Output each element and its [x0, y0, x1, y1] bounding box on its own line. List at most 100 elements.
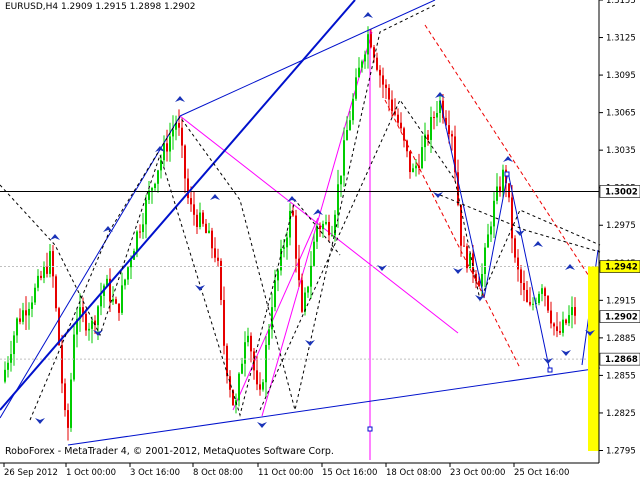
candle-body	[154, 183, 156, 189]
candle-body	[415, 165, 417, 169]
price-marker-label: 1.2902	[605, 313, 638, 323]
candle-body	[298, 258, 300, 281]
candle-body	[397, 114, 399, 123]
time-tick-label: 8 Oct 08:00	[193, 468, 243, 478]
candle-body	[265, 344, 267, 383]
candle-body	[322, 223, 324, 230]
candle-body	[142, 224, 144, 233]
candle-body	[319, 225, 321, 230]
candle-body	[34, 287, 36, 303]
candle-body	[217, 257, 219, 261]
candle-body	[262, 382, 264, 390]
candle-body	[67, 410, 69, 428]
candle-body	[151, 188, 153, 191]
candle-body	[346, 129, 348, 141]
candle-body	[400, 122, 402, 129]
candle-body	[10, 354, 12, 363]
candle-body	[118, 303, 120, 313]
candle-body	[181, 127, 183, 146]
price-tick-label: 1.2855	[606, 371, 636, 381]
candle-body	[487, 234, 489, 248]
candle-body	[469, 253, 471, 269]
candle-body	[223, 299, 225, 346]
candle-body	[61, 345, 63, 384]
candle-body	[520, 269, 522, 284]
candle-body	[562, 319, 564, 333]
candle-body	[508, 183, 510, 198]
candle-body	[22, 310, 24, 322]
candle-body	[343, 140, 345, 176]
candle-body	[52, 251, 54, 277]
candle-body	[49, 251, 51, 274]
price-tick-label: 1.3095	[606, 71, 636, 81]
candle-body	[538, 293, 540, 304]
time-tick-label: 23 Oct 00:00	[450, 468, 505, 478]
price-tick-label: 1.2885	[606, 334, 636, 344]
price-tick-label: 1.3065	[606, 109, 636, 119]
candle-body	[184, 145, 186, 179]
price-tick-label: 1.2825	[606, 409, 636, 419]
candle-body	[544, 288, 546, 297]
candle-body	[19, 318, 21, 322]
candle-body	[559, 331, 561, 333]
candle-body	[571, 307, 573, 316]
candle-body	[358, 67, 360, 78]
candle-body	[46, 266, 48, 274]
candle-body	[361, 61, 363, 68]
candle-body	[340, 175, 342, 185]
candle-body	[121, 285, 123, 313]
candle-body	[379, 69, 381, 76]
chart-canvas[interactable]: 1.31551.31251.30951.30651.30351.30051.29…	[0, 0, 640, 480]
candle-body	[496, 186, 498, 201]
candle-body	[490, 226, 492, 235]
candle-body	[385, 84, 387, 88]
price-tick-label: 1.3155	[606, 0, 636, 6]
candle-body	[211, 230, 213, 249]
candle-body	[247, 335, 249, 343]
candle-body	[37, 275, 39, 288]
candle-body	[307, 286, 309, 293]
price-marker-label: 1.2942	[605, 263, 638, 273]
candle-body	[511, 197, 513, 239]
candle-body	[193, 204, 195, 215]
candle-body	[331, 235, 333, 237]
candle-body	[31, 302, 33, 309]
candle-body	[253, 351, 255, 371]
candle-body	[388, 87, 390, 100]
candle-body	[412, 168, 414, 173]
candle-body	[376, 57, 378, 70]
candle-body	[4, 369, 6, 382]
candle-body	[139, 231, 141, 233]
candle-body	[112, 299, 114, 302]
candle-body	[448, 125, 450, 135]
price-tick-label: 1.2975	[606, 221, 636, 231]
candle-body	[13, 335, 15, 355]
candle-body	[484, 247, 486, 275]
candle-body	[310, 265, 312, 287]
candle-body	[553, 323, 555, 327]
candle-body	[427, 134, 429, 140]
candle-body	[313, 241, 315, 266]
candle-body	[7, 362, 9, 370]
candle-body	[421, 147, 423, 169]
candle-body	[541, 288, 543, 294]
candle-body	[391, 99, 393, 112]
candle-body	[166, 143, 168, 152]
candle-body	[202, 212, 204, 224]
candle-body	[205, 223, 207, 234]
candle-body	[250, 335, 252, 352]
chart-title: EURUSD,H4 1.2909 1.2915 1.2898 1.2902	[5, 2, 196, 12]
candle-body	[214, 248, 216, 258]
wave-marker	[547, 367, 553, 373]
price-chart[interactable]: 1.31551.31251.30951.30651.30351.30051.29…	[0, 0, 640, 480]
candle-body	[274, 280, 276, 308]
candle-body	[517, 257, 519, 270]
candle-body	[190, 198, 192, 205]
candle-body	[433, 117, 435, 119]
candle-body	[355, 77, 357, 99]
candle-body	[502, 169, 504, 193]
candle-body	[70, 379, 72, 428]
candle-body	[478, 280, 480, 287]
candle-body	[40, 275, 42, 278]
time-tick-label: 1 Oct 00:00	[66, 468, 116, 478]
